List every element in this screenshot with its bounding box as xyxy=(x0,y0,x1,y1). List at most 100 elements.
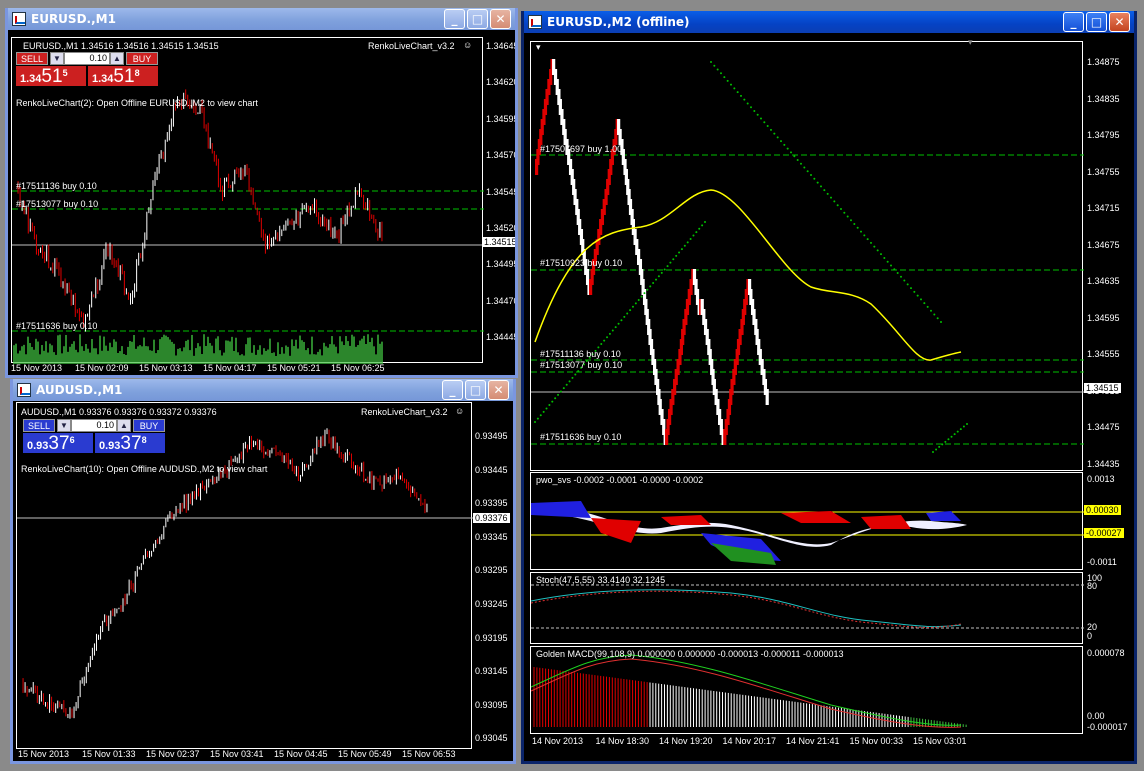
trend-dot xyxy=(910,287,912,290)
trend-dot xyxy=(933,313,936,316)
sell-price[interactable]: 0.93 37 6 xyxy=(23,433,93,453)
pwo-level-low: -0.00027 xyxy=(1084,528,1124,538)
minimize-icon[interactable]: _ xyxy=(442,380,463,400)
trend-dot xyxy=(701,224,704,227)
order-label: #17511636 buy 0.10 xyxy=(16,321,98,331)
pwo-indicator-panel[interactable] xyxy=(530,472,1084,570)
trend-dot xyxy=(631,305,634,308)
trend-dot xyxy=(643,292,646,295)
trend-dot xyxy=(692,234,695,237)
trend-dot xyxy=(870,241,872,244)
price-tick: 1.34595 xyxy=(486,113,518,124)
trend-dot xyxy=(698,227,701,230)
buy-button[interactable]: BUY xyxy=(133,419,165,432)
lot-input[interactable]: 0.10 xyxy=(64,52,110,65)
chart-window-icon xyxy=(528,15,542,29)
maximize-icon[interactable]: □ xyxy=(1086,12,1107,32)
trend-dot xyxy=(680,248,683,251)
trend-dot xyxy=(716,68,719,71)
titlebar-eurusd-m1[interactable]: EURUSD.,M1 _ □ ✕ xyxy=(8,8,515,30)
pwo-red-area xyxy=(661,515,711,525)
close-icon[interactable]: ✕ xyxy=(490,9,511,29)
trend-dot xyxy=(947,438,950,441)
macd-panel[interactable] xyxy=(530,646,1083,734)
trend-dot xyxy=(936,317,939,320)
lot-up-icon[interactable]: ▲ xyxy=(110,52,124,65)
lot-down-icon[interactable]: ▼ xyxy=(50,52,64,65)
trend-dot xyxy=(810,174,812,177)
trend-dot xyxy=(629,309,632,312)
trend-dot xyxy=(660,271,663,274)
trend-dot xyxy=(606,336,609,339)
trend-dot xyxy=(536,417,539,420)
close-icon[interactable]: ✕ xyxy=(488,380,509,400)
lot-input[interactable]: 0.10 xyxy=(71,419,117,432)
time-tick: 15 Nov 05:49 xyxy=(338,749,392,759)
macd-tick: 0.000078 xyxy=(1087,648,1125,658)
trend-dot xyxy=(655,278,658,281)
buy-button[interactable]: BUY xyxy=(126,52,158,65)
trend-dot xyxy=(733,87,736,90)
chart-menu-icon[interactable]: ▾ xyxy=(536,42,541,53)
time-tick: 15 Nov 02:09 xyxy=(75,363,129,373)
window-eurusd-m2-offline[interactable]: EURUSD.,M2 (offline) _ □ ✕ ▾ ▾ #17507697… xyxy=(521,11,1137,764)
trend-dot xyxy=(850,219,852,222)
minimize-icon[interactable]: _ xyxy=(444,9,465,29)
trend-dot xyxy=(883,256,886,259)
trend-dot xyxy=(873,245,876,248)
close-icon[interactable]: ✕ xyxy=(1109,12,1130,32)
trend-dot xyxy=(826,192,829,195)
lot-up-icon[interactable]: ▲ xyxy=(117,419,131,432)
trend-dot xyxy=(956,430,959,433)
trend-dot xyxy=(675,254,678,257)
trend-dot xyxy=(620,319,623,322)
trend-dot xyxy=(740,94,742,97)
price-tick: 1.34545 xyxy=(486,186,518,197)
trend-dot xyxy=(652,282,655,285)
time-tick: 14 Nov 18:30 xyxy=(595,736,650,746)
buy-price[interactable]: 0.93 37 8 xyxy=(95,433,165,453)
time-tick: 15 Nov 01:33 xyxy=(82,749,136,759)
trend-dot xyxy=(545,407,548,410)
minimize-icon[interactable]: _ xyxy=(1063,12,1084,32)
chart-area-audusd-m1[interactable] xyxy=(16,402,473,749)
price-tick: 1.34520 xyxy=(486,223,518,233)
trend-dot xyxy=(565,383,568,386)
chart-area-eurusd-m2[interactable] xyxy=(530,41,1084,471)
current-price-label: 0.93376 xyxy=(473,513,510,523)
buy-price[interactable]: 1.34 51 8 xyxy=(88,66,158,86)
trend-dot xyxy=(746,102,749,105)
maximize-icon[interactable]: □ xyxy=(467,9,488,29)
trend-dot xyxy=(783,143,786,146)
trend-dot xyxy=(816,181,819,184)
price-tick: 0.93395 xyxy=(475,498,508,509)
trend-dot xyxy=(836,204,839,207)
time-tick: 15 Nov 06:53 xyxy=(402,749,456,759)
order-label: #17511136 buy 0.10 xyxy=(540,349,621,359)
trend-dot xyxy=(923,302,926,305)
trend-dot xyxy=(756,113,759,116)
sell-button[interactable]: SELL xyxy=(16,52,48,65)
trend-dot xyxy=(916,294,919,297)
price-tick: 0.93145 xyxy=(475,666,508,677)
smiley-icon: ☺ xyxy=(455,406,465,416)
sell-button[interactable]: SELL xyxy=(23,419,55,432)
window-audusd-m1[interactable]: AUDUSD.,M1 _ □ ✕ AUDUSD.,M1 0.93376 0.93… xyxy=(10,379,516,764)
pwo-histogram xyxy=(531,501,1084,565)
order-label: #17513077 buy 0.10 xyxy=(16,199,99,209)
time-tick: 15 Nov 04:17 xyxy=(203,363,257,373)
price-tick: 1.34495 xyxy=(486,259,518,270)
titlebar-eurusd-m2[interactable]: EURUSD.,M2 (offline) _ □ ✕ xyxy=(524,11,1134,33)
trend-dot xyxy=(880,253,882,256)
titlebar-audusd-m1[interactable]: AUDUSD.,M1 _ □ ✕ xyxy=(13,379,513,401)
lot-down-icon[interactable]: ▼ xyxy=(57,419,71,432)
maximize-icon[interactable]: □ xyxy=(465,380,486,400)
macd-tick: 0.00 xyxy=(1087,711,1105,721)
chart-window-icon xyxy=(12,12,26,26)
order-label: #17510923 buy 0.10 xyxy=(540,258,623,268)
renko-message: RenkoLiveChart(2): Open Offline EURUSD.,… xyxy=(16,98,258,108)
trend-dot xyxy=(944,440,947,443)
window-eurusd-m1[interactable]: EURUSD.,M1 _ □ ✕ EURUSD.,M1 1.34516 1.34… xyxy=(5,8,518,378)
trend-dot xyxy=(766,125,769,128)
sell-price[interactable]: 1.34 51 5 xyxy=(16,66,86,86)
